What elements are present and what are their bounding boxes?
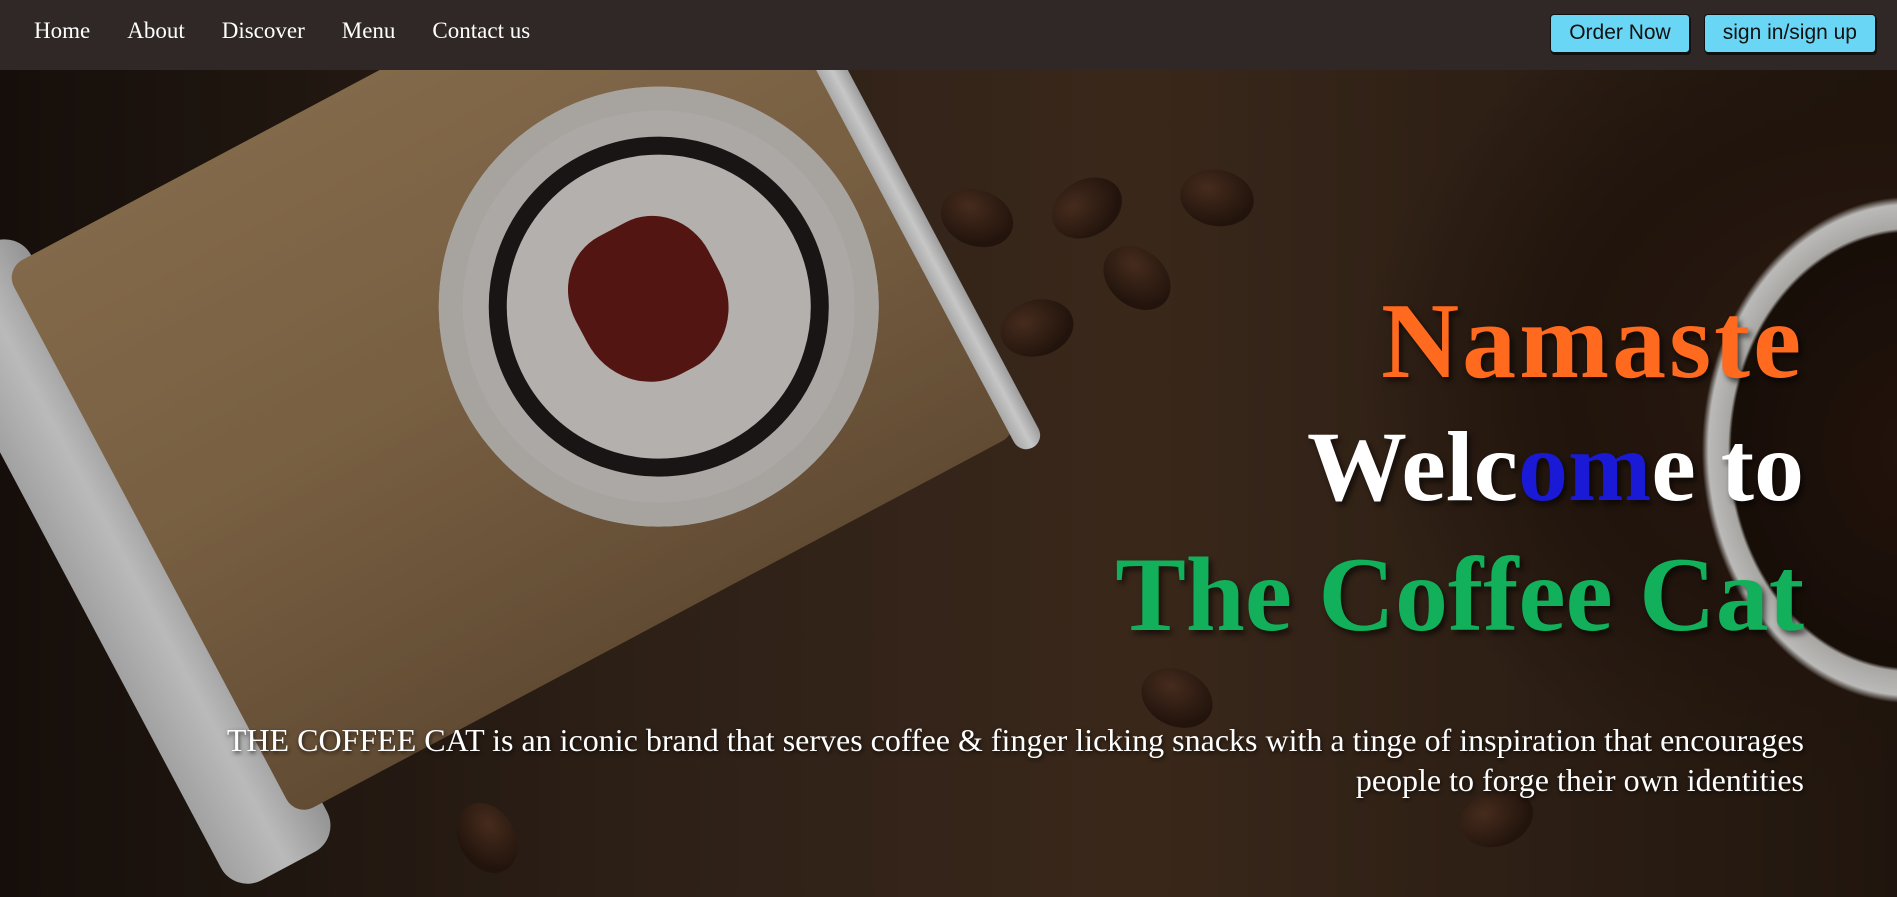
welcome-part-1: Welc	[1306, 411, 1518, 522]
coffee-bean	[1175, 164, 1259, 232]
welcome-heading: Welcome to	[1115, 402, 1804, 532]
cat-logo-sticker	[361, 9, 957, 605]
cat-logo-icon	[545, 194, 754, 406]
nav-links: Home About Discover Menu Contact us	[34, 18, 567, 44]
hero-tagline: THE COFFEE CAT is an iconic brand that s…	[226, 722, 1804, 798]
page: Home About Discover Menu Contact us Orde…	[0, 0, 1897, 897]
coffee-bean	[994, 291, 1080, 365]
welcome-accent: om	[1518, 411, 1652, 522]
nav-about[interactable]: About	[127, 18, 185, 44]
greeting-heading: Namaste	[1381, 282, 1804, 401]
brand-heading: The Coffee Cat	[1115, 536, 1804, 653]
nav-menu[interactable]: Menu	[342, 18, 396, 44]
nav-contact-us[interactable]: Contact us	[432, 18, 530, 44]
welcome-part-3: e to	[1651, 411, 1804, 522]
order-now-button[interactable]: Order Now	[1550, 14, 1690, 53]
nav-discover[interactable]: Discover	[222, 18, 305, 44]
coffee-bean	[932, 179, 1022, 257]
coffee-bean	[444, 791, 530, 885]
cat-logo-ring	[428, 76, 889, 537]
top-navbar: Home About Discover Menu Contact us Orde…	[0, 0, 1897, 70]
coffee-bean	[1040, 165, 1134, 251]
hero-headline: Namaste Welcome to The Coffee Cat	[1115, 282, 1804, 658]
sign-in-sign-up-button[interactable]: sign in/sign up	[1703, 14, 1876, 53]
nav-buttons: Order Now sign in/sign up	[1550, 14, 1876, 53]
nav-home[interactable]: Home	[34, 18, 90, 44]
cup-body	[4, 0, 1020, 817]
